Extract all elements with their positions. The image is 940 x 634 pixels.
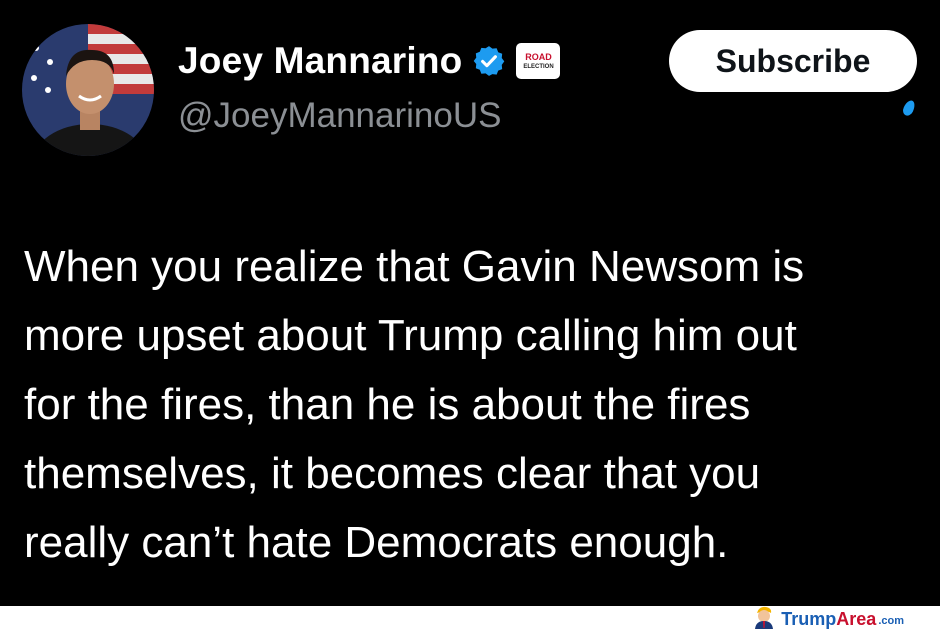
affiliate-badge-icon[interactable]: ROAD ELECTION bbox=[516, 43, 561, 79]
display-name[interactable]: Joey Mannarino bbox=[178, 40, 462, 82]
watermark-trump: Trump bbox=[781, 609, 837, 629]
affiliate-badge-line2: ELECTION bbox=[523, 63, 554, 70]
verified-badge-icon bbox=[472, 44, 506, 78]
avatar[interactable] bbox=[22, 24, 154, 156]
blue-dot-icon bbox=[901, 98, 917, 118]
subscribe-button[interactable]: Subscribe bbox=[669, 30, 917, 92]
watermark-com: .com bbox=[878, 615, 904, 627]
avatar-image bbox=[22, 24, 154, 156]
tweet-text: When you realize that Gavin Newsom is mo… bbox=[24, 242, 805, 567]
affiliate-badge-line1: ROAD bbox=[525, 51, 552, 62]
watermark-brand[interactable]: TrumpArea bbox=[781, 609, 876, 630]
user-handle[interactable]: @JoeyMannarinoUS bbox=[178, 96, 501, 136]
trump-mascot-icon bbox=[753, 605, 775, 634]
name-row: Joey Mannarino ROAD ELECTION bbox=[178, 38, 561, 84]
watermark: TrumpArea .com bbox=[753, 605, 904, 634]
tweet-card: Joey Mannarino ROAD ELECTION @JoeyMannar… bbox=[0, 0, 940, 606]
watermark-area: Area bbox=[836, 609, 877, 629]
